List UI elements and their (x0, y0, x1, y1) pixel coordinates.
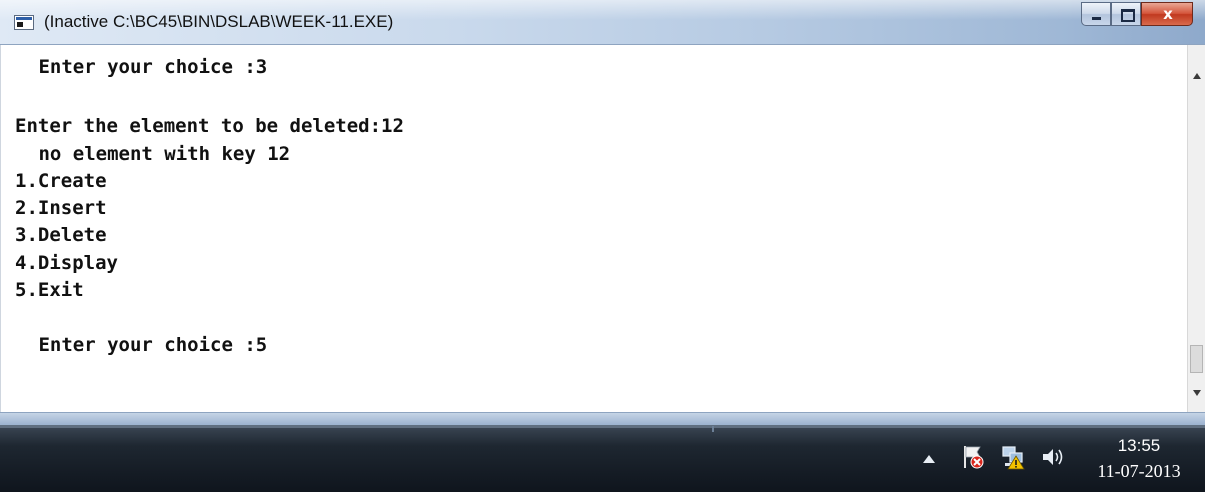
scroll-down-button[interactable] (1188, 372, 1205, 412)
taskbar: 13:55 11-07-2013 (0, 425, 1205, 492)
console-app-icon[interactable] (14, 15, 34, 30)
scrollbar-thumb[interactable] (1190, 345, 1203, 373)
clock-time: 13:55 (1117, 436, 1161, 455)
console-line: Enter your choice :3 (27, 56, 268, 78)
window-bottom-border (0, 412, 1205, 425)
caption-buttons: x (1081, 2, 1193, 26)
console-line: 4.Display (15, 252, 118, 274)
arrow-up-icon (1193, 73, 1201, 79)
minimize-icon (1092, 17, 1101, 20)
network-icon[interactable] (1001, 444, 1025, 470)
console-line: 5.Exit (15, 279, 84, 301)
volume-icon[interactable] (1041, 446, 1065, 468)
window-title: (Inactive C:\BC45\BIN\DSLAB\WEEK-11.EXE) (44, 12, 394, 31)
console-output[interactable]: Enter your choice :3 Enter the element t… (0, 45, 1187, 412)
close-button[interactable]: x (1141, 2, 1193, 26)
console-line: Enter the element to be deleted:12 (15, 115, 404, 137)
console-line: 2.Insert (15, 197, 107, 219)
console-line: no element with key 12 (27, 143, 291, 165)
clock-date: 11-07-2013 (1097, 461, 1181, 481)
console-window: (Inactive C:\BC45\BIN\DSLAB\WEEK-11.EXE)… (0, 0, 1205, 425)
title-bar[interactable]: (Inactive C:\BC45\BIN\DSLAB\WEEK-11.EXE)… (0, 0, 1205, 45)
console-line: Enter your choice :5 (27, 334, 268, 356)
arrow-down-icon (1193, 390, 1201, 396)
taskbar-divider (712, 426, 714, 432)
console-line: 3.Delete (15, 224, 107, 246)
minimize-button[interactable] (1081, 2, 1111, 26)
show-hidden-icons-arrow-icon[interactable] (923, 455, 935, 463)
console-line: 1.Create (15, 170, 107, 192)
taskbar-clock[interactable]: 13:55 11-07-2013 (1080, 434, 1198, 484)
system-tray: 13:55 11-07-2013 (875, 426, 1205, 492)
close-icon: x (1163, 5, 1173, 23)
maximize-icon (1121, 9, 1135, 22)
action-center-flag-icon[interactable] (961, 444, 985, 470)
scroll-up-button[interactable] (1188, 45, 1205, 97)
maximize-button[interactable] (1111, 2, 1141, 26)
vertical-scrollbar[interactable] (1187, 45, 1205, 412)
